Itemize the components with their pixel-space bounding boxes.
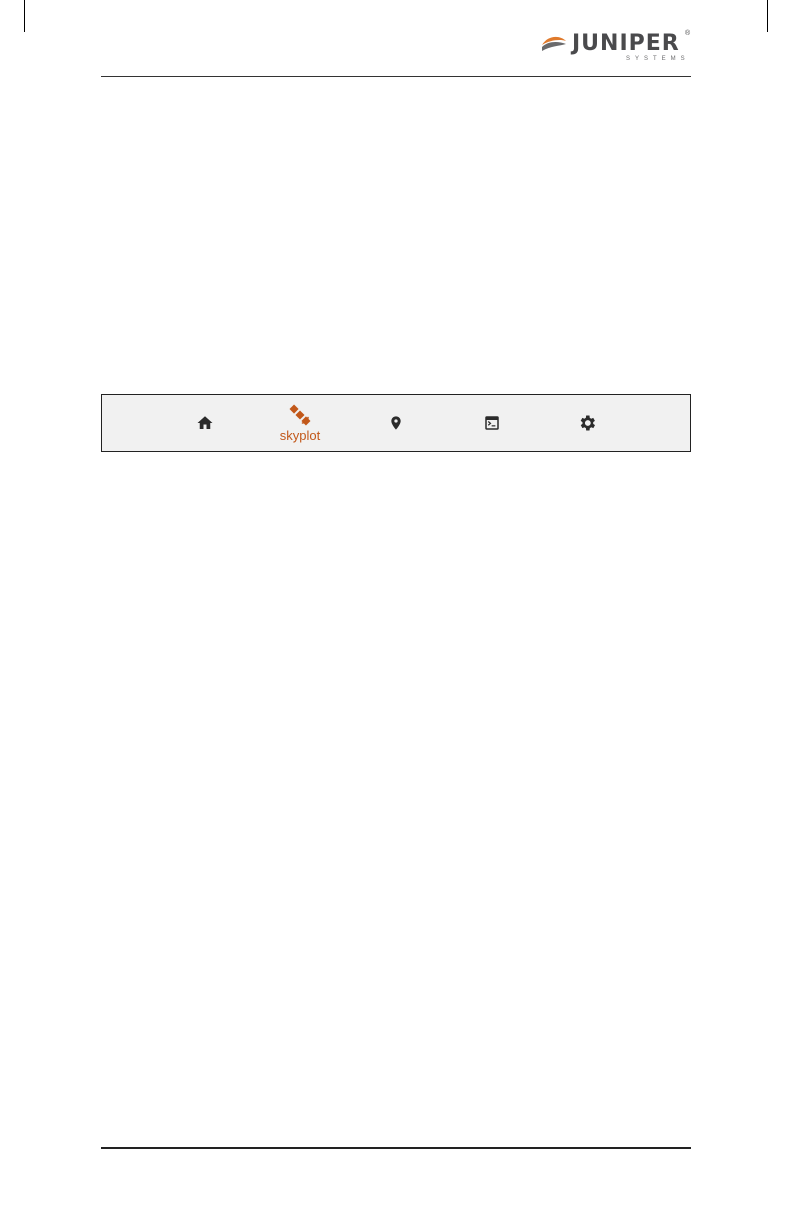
logo-wordmark: JUNIPER [572, 31, 680, 56]
nav-location[interactable] [366, 395, 426, 451]
nav-skyplot[interactable]: skyplot [270, 395, 330, 451]
juniper-logo: JUNIPER ® SYSTEMS [540, 30, 692, 66]
header-rule [101, 76, 691, 77]
gear-icon [580, 415, 595, 431]
logo-subtitle: SYSTEMS [626, 56, 690, 62]
footer-rule [101, 1147, 691, 1149]
nav-skyplot-label: skyplot [279, 427, 321, 443]
crop-mark-left [24, 0, 25, 32]
crop-mark-right [767, 0, 768, 32]
nav-terminal[interactable] [462, 395, 522, 451]
juniper-logo-icon [542, 36, 566, 51]
nav-home[interactable] [175, 395, 235, 451]
bottom-navigation-bar: skyplot [101, 394, 691, 452]
nav-settings[interactable] [557, 395, 617, 451]
satellite-icon [289, 404, 311, 425]
home-icon [197, 416, 213, 429]
location-pin-icon [391, 416, 401, 430]
terminal-icon [485, 416, 499, 430]
logo-registered-mark: ® [685, 30, 691, 37]
